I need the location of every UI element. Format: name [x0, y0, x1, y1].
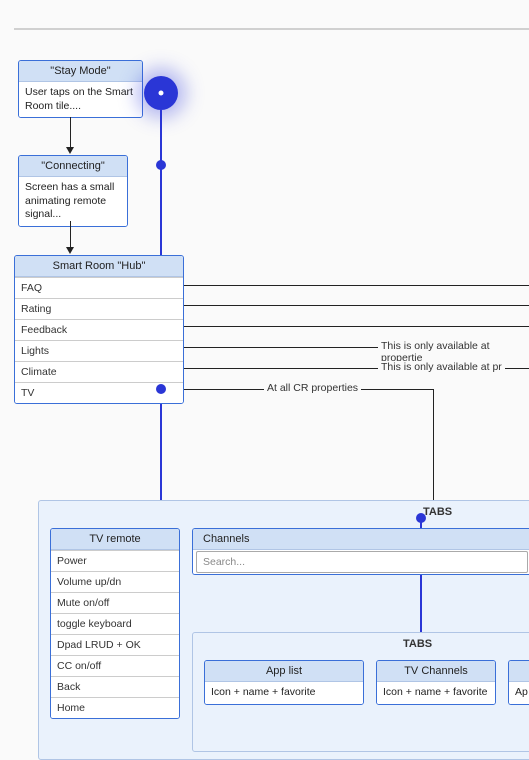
edge-tv-v	[433, 389, 434, 505]
node-body: Ap	[509, 682, 529, 704]
node-title: "Connecting"	[19, 156, 127, 177]
tvr-keyboard[interactable]: toggle keyboard	[51, 613, 179, 634]
node-hub[interactable]: Smart Room "Hub" FAQ Rating Feedback Lig…	[14, 255, 184, 404]
node-stay-mode[interactable]: "Stay Mode" User taps on the Smart Room …	[18, 60, 143, 118]
edge-feedback	[184, 326, 529, 327]
node-connecting[interactable]: "Connecting" Screen has a small animatin…	[18, 155, 128, 227]
node-app-list[interactable]: App list Icon + name + favorite	[204, 660, 364, 705]
tvr-back[interactable]: Back	[51, 676, 179, 697]
blue-waypoint-2	[156, 384, 166, 394]
node-title: TV Channels	[377, 661, 495, 682]
blue-waypoint-1	[156, 160, 166, 170]
node-body: Icon + name + favorite	[205, 682, 363, 704]
start-marker[interactable]	[144, 76, 178, 110]
arrow-connecting-to-hub	[70, 221, 71, 247]
node-third-partial[interactable]: Ap Ap	[508, 660, 529, 705]
hub-item-rating[interactable]: Rating	[15, 298, 183, 319]
channels-search-input[interactable]: Search...	[196, 551, 528, 573]
node-title: Smart Room "Hub"	[15, 256, 183, 277]
node-tv-remote[interactable]: TV remote Power Volume up/dn Mute on/off…	[50, 528, 180, 719]
arrow-stay-to-connecting	[70, 117, 71, 147]
node-title: App list	[205, 661, 363, 682]
tabs-label-lower: TABS	[400, 638, 435, 650]
node-tv-channels[interactable]: TV Channels Icon + name + favorite	[376, 660, 496, 705]
hub-item-climate[interactable]: Climate	[15, 361, 183, 382]
tvr-home[interactable]: Home	[51, 697, 179, 718]
edge-label-climate: This is only available at pr	[378, 361, 505, 373]
edge-rating	[184, 305, 529, 306]
node-title: TV remote	[51, 529, 179, 550]
tvr-dpad[interactable]: Dpad LRUD + OK	[51, 634, 179, 655]
tvr-power[interactable]: Power	[51, 550, 179, 571]
edge-label-tv: At all CR properties	[264, 382, 361, 394]
tvr-volume[interactable]: Volume up/dn	[51, 571, 179, 592]
node-body: Screen has a small animating remote sign…	[19, 177, 127, 226]
tvr-cc[interactable]: CC on/off	[51, 655, 179, 676]
top-divider	[14, 28, 529, 30]
node-body: User taps on the Smart Room tile....	[19, 82, 142, 117]
hub-item-faq[interactable]: FAQ	[15, 277, 183, 298]
arrowhead-2	[66, 247, 74, 254]
hub-item-feedback[interactable]: Feedback	[15, 319, 183, 340]
arrowhead-1	[66, 147, 74, 154]
tvr-mute[interactable]: Mute on/off	[51, 592, 179, 613]
node-title: Ap	[509, 661, 529, 682]
edge-faq	[184, 285, 529, 286]
node-title: "Stay Mode"	[19, 61, 142, 82]
node-title: Channels	[193, 529, 529, 550]
node-body: Icon + name + favorite	[377, 682, 495, 704]
hub-item-lights[interactable]: Lights	[15, 340, 183, 361]
